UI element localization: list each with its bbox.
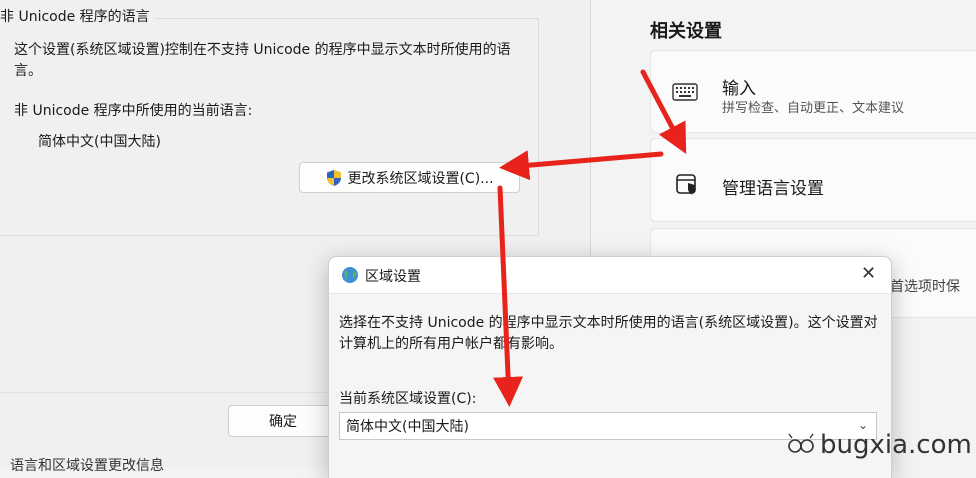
related-settings-title: 相关设置 <box>650 21 722 42</box>
globe-icon <box>342 267 358 283</box>
admin-shield-icon <box>676 174 696 195</box>
input-setting-subtitle: 拼写检查、自动更正、文本建议 <box>722 101 905 116</box>
manage-language-setting-title: 管理语言设置 <box>722 179 824 199</box>
non-unicode-description: 这个设置(系统区域设置)控制在不支持 Unicode 的程序中显示文本时所使用的… <box>14 42 511 79</box>
footer-partial-text: 语言和区域设置更改信息 <box>10 458 164 474</box>
current-locale-label: 当前系统区域设置(C): <box>339 391 477 407</box>
ok-button[interactable]: 确定 <box>228 405 338 437</box>
change-system-locale-label: 更改系统区域设置(C)... <box>347 170 494 187</box>
change-system-locale-button[interactable]: 更改系统区域设置(C)... <box>299 162 520 193</box>
close-icon[interactable]: ✕ <box>861 265 876 283</box>
system-locale-selected-value: 简体中文(中国大陆) <box>346 419 469 435</box>
current-language-value: 简体中文(中国大陆) <box>38 134 161 150</box>
settings-card-input[interactable] <box>650 50 976 133</box>
watermark-text: bugxia.com <box>820 430 972 460</box>
input-setting-title: 输入 <box>722 79 756 99</box>
dialog-title: 区域设置 <box>365 269 421 285</box>
bug-logo-icon <box>788 433 814 453</box>
locale-description: 选择在不支持 Unicode 的程序中显示文本时所使用的语言(系统区域设置)。这… <box>339 315 878 352</box>
current-language-label: 非 Unicode 程序中所使用的当前语言: <box>14 103 253 119</box>
uac-shield-icon <box>327 169 342 186</box>
group-title: 非 Unicode 程序的语言 <box>0 6 154 26</box>
watermark: bugxia.com <box>786 424 976 466</box>
keyboard-icon <box>672 83 698 101</box>
